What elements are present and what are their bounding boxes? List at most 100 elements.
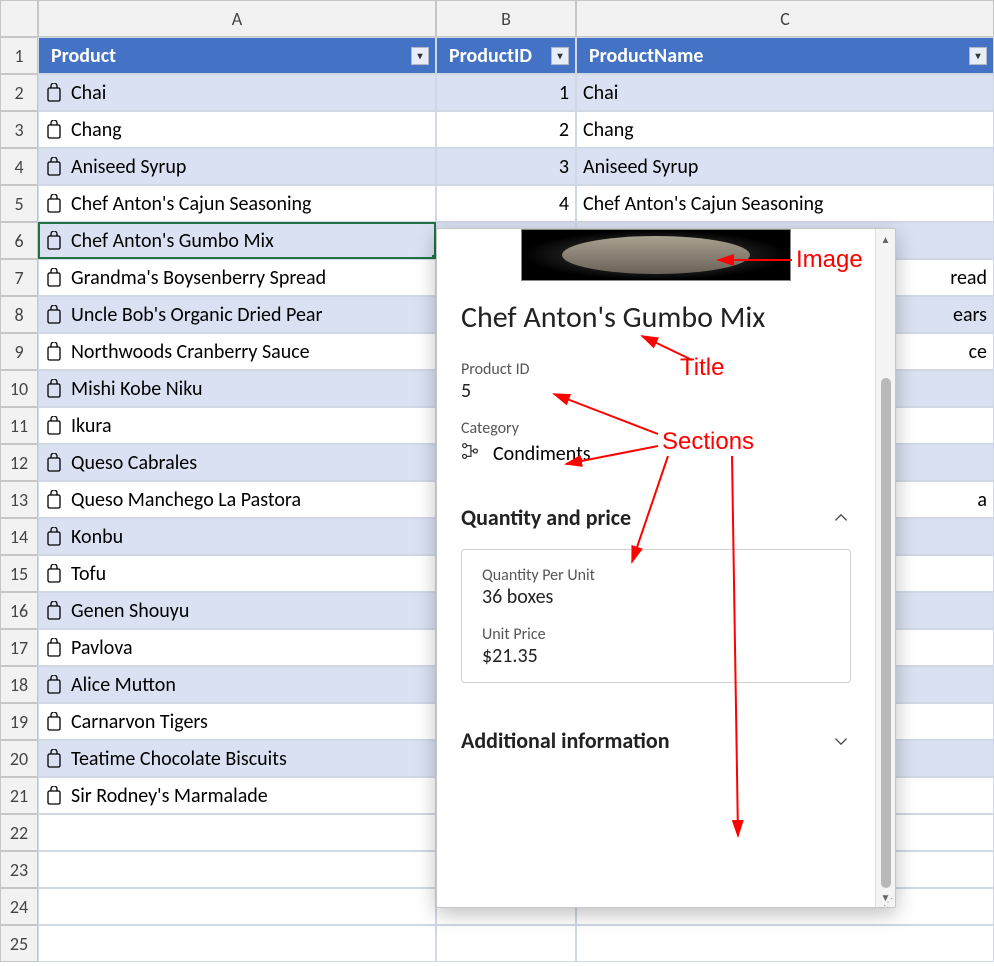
- cell-product[interactable]: Sir Rodney's Marmalade: [38, 777, 436, 814]
- cell-productid[interactable]: 2: [436, 111, 576, 148]
- cell-productname[interactable]: [576, 925, 994, 962]
- cell-productname[interactable]: Aniseed Syrup: [576, 148, 994, 185]
- row-header-9[interactable]: 9: [0, 333, 38, 370]
- cell-product[interactable]: Queso Cabrales: [38, 444, 436, 481]
- section-additional-info[interactable]: Additional information: [461, 727, 851, 754]
- filter-dropdown-icon[interactable]: ▾: [551, 47, 569, 65]
- row-header-21[interactable]: 21: [0, 777, 38, 814]
- cell-product[interactable]: Grandma's Boysenberry Spread: [38, 259, 436, 296]
- data-type-icon: [45, 341, 63, 363]
- scroll-up-icon[interactable]: ▲: [878, 231, 894, 247]
- table-header-productId[interactable]: ProductID▾: [436, 37, 576, 74]
- row-header-5[interactable]: 5: [0, 185, 38, 222]
- filter-dropdown-icon[interactable]: ▾: [969, 47, 987, 65]
- col-header-A[interactable]: A: [38, 0, 436, 37]
- cell-productid[interactable]: 3: [436, 148, 576, 185]
- cell-product[interactable]: Genen Shouyu: [38, 592, 436, 629]
- row-header-13[interactable]: 13: [0, 481, 38, 518]
- cell-productid[interactable]: 1: [436, 74, 576, 111]
- section-quantity-price[interactable]: Quantity and price: [461, 504, 851, 531]
- cell-productid[interactable]: [436, 925, 576, 962]
- cell-productname[interactable]: Chai: [576, 74, 994, 111]
- data-type-icon: [45, 711, 63, 733]
- row-header-19[interactable]: 19: [0, 703, 38, 740]
- row-header-14[interactable]: 14: [0, 518, 38, 555]
- section-additional-info-label: Additional information: [461, 727, 670, 754]
- annotation-image-label: Image: [796, 246, 863, 274]
- row-header-17[interactable]: 17: [0, 629, 38, 666]
- cell-productname[interactable]: Chang: [576, 111, 994, 148]
- row-header-25[interactable]: 25: [0, 925, 38, 962]
- cell-text: Ikura: [71, 414, 112, 438]
- row-header-2[interactable]: 2: [0, 74, 38, 111]
- cell-product[interactable]: Chang: [38, 111, 436, 148]
- cell-text: read: [950, 266, 987, 290]
- cell-text: Chai: [583, 81, 618, 105]
- row-header-11[interactable]: 11: [0, 407, 38, 444]
- row-header-6[interactable]: 6: [0, 222, 38, 259]
- table-header-productName[interactable]: ProductName▾: [576, 37, 994, 74]
- row-header-20[interactable]: 20: [0, 740, 38, 777]
- cell-text: Konbu: [71, 525, 123, 549]
- cell-text: Aniseed Syrup: [583, 155, 698, 179]
- cell-product[interactable]: Chef Anton's Gumbo Mix: [38, 222, 436, 259]
- row-header-3[interactable]: 3: [0, 111, 38, 148]
- filter-dropdown-icon[interactable]: ▾: [411, 47, 429, 65]
- cell-product[interactable]: Uncle Bob's Organic Dried Pear: [38, 296, 436, 333]
- row-header-24[interactable]: 24: [0, 888, 38, 925]
- cell-product[interactable]: Ikura: [38, 407, 436, 444]
- cell-product[interactable]: Pavlova: [38, 629, 436, 666]
- data-type-icon: [45, 526, 63, 548]
- cell-product[interactable]: Northwoods Cranberry Sauce: [38, 333, 436, 370]
- row-header-1[interactable]: 1: [0, 37, 38, 74]
- card-category-value: Condiments: [493, 442, 591, 466]
- cell-product[interactable]: Carnarvon Tigers: [38, 703, 436, 740]
- cell-text: Northwoods Cranberry Sauce: [71, 340, 310, 364]
- cell-product[interactable]: Teatime Chocolate Biscuits: [38, 740, 436, 777]
- cell-product[interactable]: Mishi Kobe Niku: [38, 370, 436, 407]
- cell-product[interactable]: Chef Anton's Cajun Seasoning: [38, 185, 436, 222]
- cell-product[interactable]: Konbu: [38, 518, 436, 555]
- cell-product[interactable]: Queso Manchego La Pastora: [38, 481, 436, 518]
- row-header-22[interactable]: 22: [0, 814, 38, 851]
- card-category-label: Category: [461, 419, 851, 438]
- cell-product[interactable]: [38, 851, 436, 888]
- data-type-card: Chef Anton's Gumbo Mix Product ID 5 Cate…: [436, 228, 896, 908]
- cell-text: Carnarvon Tigers: [71, 710, 208, 734]
- row-header-18[interactable]: 18: [0, 666, 38, 703]
- row-header-23[interactable]: 23: [0, 851, 38, 888]
- unitprice-value: $21.35: [482, 644, 830, 668]
- select-all-corner[interactable]: [0, 0, 38, 37]
- table-header-product[interactable]: Product▾: [38, 37, 436, 74]
- row-header-12[interactable]: 12: [0, 444, 38, 481]
- annotation-sections-label: Sections: [662, 428, 754, 456]
- resize-handle-icon[interactable]: ⋰: [883, 895, 893, 905]
- scroll-thumb[interactable]: [881, 378, 891, 888]
- cell-productid[interactable]: 4: [436, 185, 576, 222]
- cell-text: Queso Cabrales: [71, 451, 197, 475]
- cell-product[interactable]: [38, 888, 436, 925]
- row-header-10[interactable]: 10: [0, 370, 38, 407]
- cell-text: Chef Anton's Gumbo Mix: [71, 229, 274, 253]
- qpu-label: Quantity Per Unit: [482, 566, 830, 585]
- cell-product[interactable]: [38, 925, 436, 962]
- cell-productname[interactable]: Chef Anton's Cajun Seasoning: [576, 185, 994, 222]
- row-header-7[interactable]: 7: [0, 259, 38, 296]
- col-header-C[interactable]: C: [576, 0, 994, 37]
- cell-product[interactable]: Aniseed Syrup: [38, 148, 436, 185]
- cell-product[interactable]: Alice Mutton: [38, 666, 436, 703]
- col-header-B[interactable]: B: [436, 0, 576, 37]
- data-type-icon: [45, 82, 63, 104]
- cell-text: Uncle Bob's Organic Dried Pear: [71, 303, 322, 327]
- cell-text: 1: [559, 81, 569, 105]
- cell-product[interactable]: [38, 814, 436, 851]
- row-header-8[interactable]: 8: [0, 296, 38, 333]
- cell-text: Chang: [71, 118, 122, 142]
- row-header-16[interactable]: 16: [0, 592, 38, 629]
- cell-product[interactable]: Tofu: [38, 555, 436, 592]
- data-type-icon: [45, 600, 63, 622]
- row-header-4[interactable]: 4: [0, 148, 38, 185]
- cell-product[interactable]: Chai: [38, 74, 436, 111]
- card-scrollbar[interactable]: ▲ ▼: [875, 229, 895, 907]
- row-header-15[interactable]: 15: [0, 555, 38, 592]
